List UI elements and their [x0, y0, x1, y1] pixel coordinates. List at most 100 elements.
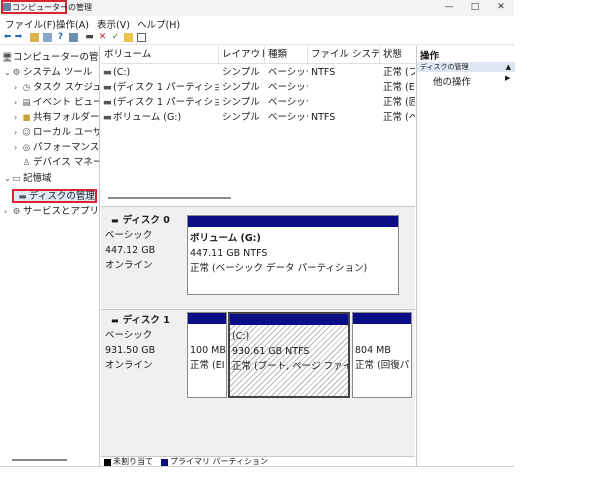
tree-item-label: デバイス マネージ: [33, 157, 99, 168]
tree-item-performance[interactable]: › ◎ パフォーマンス: [14, 141, 99, 154]
chevron-right-icon[interactable]: ›: [14, 81, 22, 94]
menu-view[interactable]: 表示(V): [97, 17, 130, 31]
title-bar: コンピューターの管理 — □ ✕: [0, 0, 514, 16]
tree-root[interactable]: 🖥コンピューターの管理 (: [2, 51, 100, 64]
list-icon[interactable]: [43, 33, 52, 42]
volume-icon: ▬: [103, 97, 112, 108]
check-icon[interactable]: ✓: [111, 33, 120, 42]
connect-icon[interactable]: ▬: [85, 33, 94, 42]
cell-layout: シンプル: [222, 67, 260, 78]
menu-action[interactable]: 操作(A): [56, 17, 89, 31]
status-bar: [0, 466, 514, 481]
tree-root-label: コンピューターの管理 (: [13, 52, 100, 63]
tree-item-local-users[interactable]: ›☺ローカル ユーザー: [14, 126, 99, 139]
cell-status: 正常 (ブ: [383, 67, 415, 78]
table-row[interactable]: ▬ (ディスク 1 パーティション 4) シンプル ベーシック 正常 (匠: [101, 96, 415, 109]
cell-type: ベーシック: [268, 67, 308, 78]
chevron-right-icon[interactable]: ▶: [505, 74, 510, 82]
horizontal-scrollbar[interactable]: [12, 459, 67, 461]
column-header-layout[interactable]: レイアウト: [219, 46, 265, 63]
partition-bar: [230, 314, 348, 325]
folder-icon[interactable]: [30, 33, 39, 42]
horizontal-scrollbar[interactable]: [108, 197, 231, 199]
close-button[interactable]: ✕: [488, 0, 514, 14]
disk-icon: ▬: [111, 316, 119, 325]
partition-size: 804 MB: [355, 345, 391, 356]
cell-filesystem: NTFS: [311, 67, 336, 78]
tree-item-device-manager[interactable]: ♙デバイス マネージ: [14, 156, 99, 169]
partition-bar: [188, 313, 226, 324]
disk-name: ディスク 0: [122, 215, 170, 226]
actions-title: 操作: [420, 51, 440, 62]
chevron-down-icon[interactable]: ⌄: [4, 172, 12, 185]
disk-0-row: ▬ ディスク 0 ベーシック 447.12 GB オンライン ボリューム (G:)…: [101, 213, 415, 298]
chevron-right-icon[interactable]: ›: [14, 141, 22, 154]
performance-icon: ◎: [22, 143, 31, 153]
users-icon: ☺: [22, 128, 31, 138]
partition-size: 100 MB: [190, 345, 226, 356]
disk-graph-view: ▬ ディスク 0 ベーシック 447.12 GB オンライン ボリューム (G:)…: [101, 206, 415, 466]
tree-item-services[interactable]: ›⚙サービスとアプリケー: [4, 205, 100, 218]
chevron-right-icon[interactable]: ›: [14, 96, 22, 109]
column-header-volume[interactable]: ボリューム: [101, 46, 219, 63]
computer-icon: 🖥: [2, 53, 13, 63]
table-row[interactable]: ▬ ボリューム (G:) シンプル ベーシック NTFS 正常 (ベ: [101, 111, 415, 124]
partition-g[interactable]: ボリューム (G:) 447.11 GB NTFS 正常 (ベーシック データ …: [187, 215, 399, 295]
cell-filesystem: NTFS: [311, 112, 336, 123]
tree-item-event-viewer[interactable]: ›▤イベント ビューア-: [14, 96, 99, 109]
cell-type: ベーシック: [268, 97, 308, 108]
chevron-right-icon[interactable]: ›: [14, 126, 22, 139]
header-divider: [101, 63, 415, 64]
navigation-tree: 🖥コンピューターの管理 ( ⌄⚙システム ツール ›◷タスク スケジュー ›▤イ…: [0, 46, 100, 466]
tools-icon: ⚙: [12, 68, 21, 78]
disk-1-info[interactable]: ▬ ディスク 1 ベーシック 931.50 GB オンライン: [105, 313, 185, 373]
chevron-right-icon[interactable]: ›: [14, 111, 22, 124]
menu-help[interactable]: ヘルプ(H): [137, 17, 180, 31]
column-header-status[interactable]: 状態: [380, 46, 415, 63]
cell-volume: (ディスク 1 パーティション 1): [113, 82, 219, 93]
disk-type: ベーシック: [105, 230, 153, 241]
chevron-right-icon[interactable]: ›: [4, 205, 12, 218]
delete-icon[interactable]: ✕: [98, 33, 107, 42]
window-icon[interactable]: [137, 33, 146, 42]
disk-icon: ▬: [18, 192, 27, 202]
disk-name: ディスク 1: [122, 315, 170, 326]
tree-item-storage[interactable]: ⌄ ▭ 記憶域: [4, 172, 52, 185]
legend-unallocated-swatch: [104, 459, 111, 466]
disk-icon: ▬: [111, 216, 119, 225]
table-row[interactable]: ▬ (C:) シンプル ベーシック NTFS 正常 (ブ: [101, 66, 415, 79]
column-header-type[interactable]: 種類: [265, 46, 308, 63]
partition-bar: [353, 313, 411, 324]
tree-item-disk-management[interactable]: ▬ ディスクの管理: [18, 190, 95, 203]
actions-section-header[interactable]: ディスクの管理 ▲: [417, 62, 515, 72]
column-header-filesystem[interactable]: ファイル システム: [308, 46, 380, 63]
cell-layout: シンプル: [222, 82, 260, 93]
disk-size: 447.12 GB: [105, 245, 156, 256]
back-icon[interactable]: ⬅: [3, 33, 12, 42]
volume-icon: ▬: [103, 82, 112, 93]
cell-layout: シンプル: [222, 112, 260, 123]
tree-item-task-scheduler[interactable]: ›◷タスク スケジュー: [14, 81, 99, 94]
properties-icon[interactable]: [124, 33, 133, 42]
maximize-button[interactable]: □: [462, 0, 488, 14]
chevron-down-icon[interactable]: ⌄: [4, 66, 12, 79]
partition-title: (C:): [232, 331, 250, 342]
menu-file[interactable]: ファイル(F): [5, 17, 56, 31]
partition-efi[interactable]: 100 MB 正常 (EI: [187, 312, 227, 398]
partition-recovery[interactable]: 804 MB 正常 (回復パ: [352, 312, 412, 398]
table-row[interactable]: ▬ (ディスク 1 パーティション 1) シンプル ベーシック 正常 (E: [101, 81, 415, 94]
forward-icon[interactable]: ➡: [14, 33, 23, 42]
partition-c[interactable]: (C:) 930.61 GB NTFS 正常 (ブート, ページ ファイル, ク: [228, 312, 350, 398]
help-icon[interactable]: ?: [56, 33, 65, 42]
disk-0-info[interactable]: ▬ ディスク 0 ベーシック 447.12 GB オンライン: [105, 213, 185, 273]
tree-item-shared-folders[interactable]: › ■ 共有フォルダー: [14, 111, 99, 124]
tree-item-label: サービスとアプリケー: [23, 206, 100, 217]
minimize-button[interactable]: —: [436, 0, 462, 14]
chevron-up-icon[interactable]: ▲: [506, 62, 511, 72]
more-actions-link[interactable]: 他の操作: [433, 74, 471, 88]
disk-size: 931.50 GB: [105, 345, 156, 356]
services-icon: ⚙: [12, 207, 21, 217]
grid-icon[interactable]: [69, 33, 78, 42]
tree-item-label: ディスクの管理: [29, 191, 95, 202]
tree-item-system-tools[interactable]: ⌄ ⚙ システム ツール: [4, 66, 92, 79]
